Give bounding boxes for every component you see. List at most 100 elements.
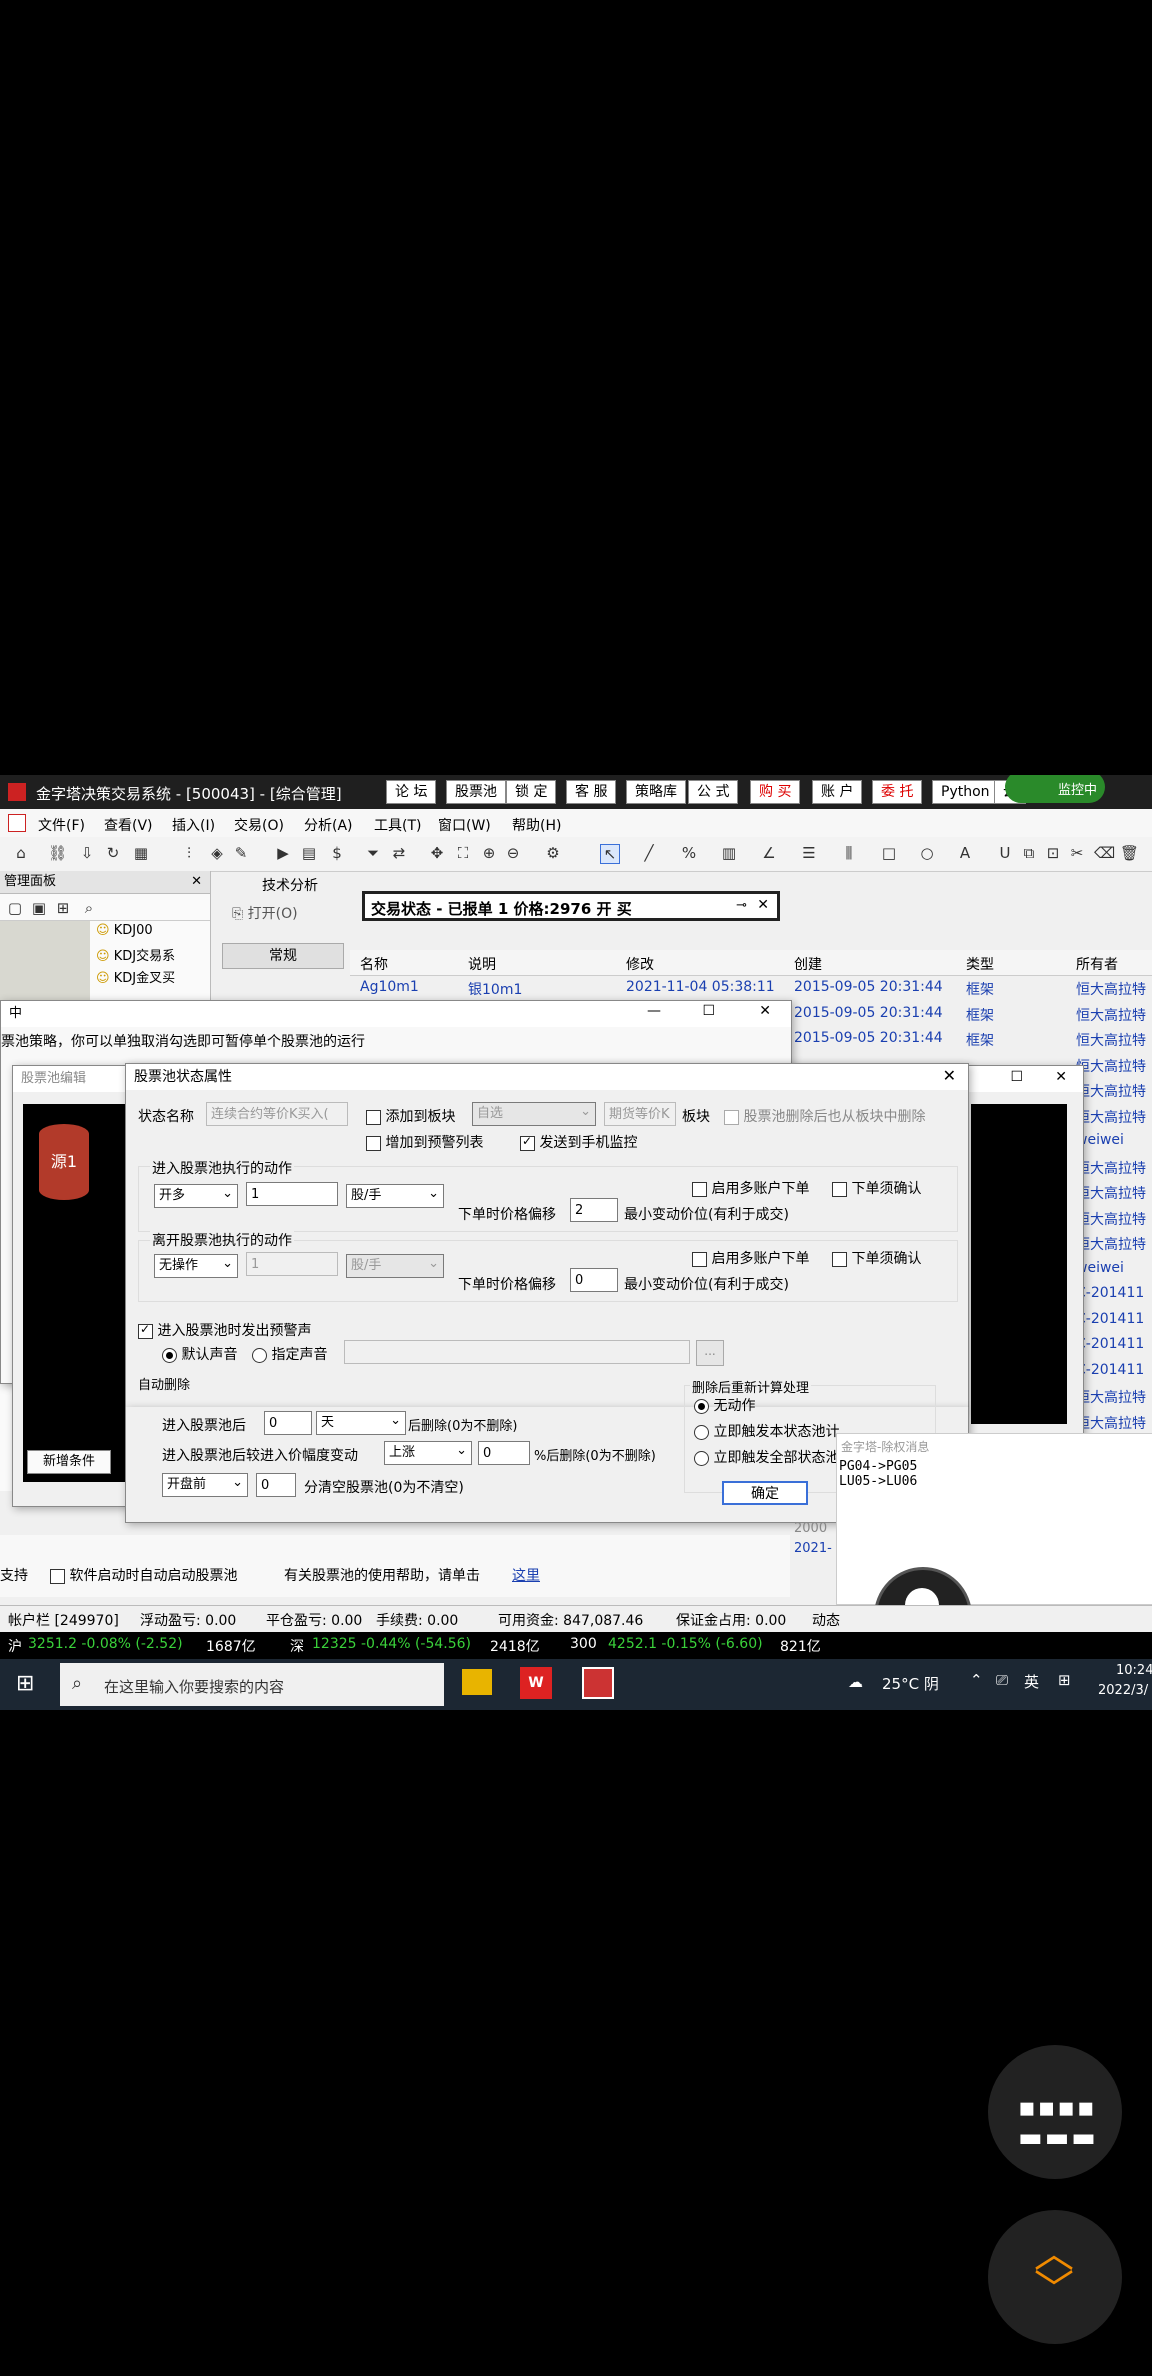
leave-action-select[interactable]: 无操作 <box>154 1253 238 1278</box>
search-icon[interactable]: ⌕ <box>80 899 98 917</box>
editor-close-icon[interactable]: ✕ <box>1055 1069 1067 1085</box>
keyboard-fab[interactable]: ▪▪▪▪ ▬▬▬ <box>988 2045 1122 2179</box>
browse-button[interactable]: ... <box>696 1340 724 1366</box>
document-icon[interactable]: ▤ <box>300 844 318 862</box>
dollar-icon[interactable]: $ <box>328 844 346 862</box>
tab-tech-analysis[interactable]: 技术分析 <box>262 875 318 895</box>
lock-tool-icon[interactable]: ⊡ <box>1044 844 1062 862</box>
python-button[interactable]: Python <box>932 780 999 804</box>
menu-view[interactable]: 查看(V) <box>104 815 153 835</box>
col-type[interactable]: 类型 <box>966 954 994 974</box>
pct-input[interactable]: 0 <box>478 1441 530 1465</box>
leave-offset-input[interactable]: 0 <box>570 1268 618 1292</box>
circle-tool-icon[interactable]: ○ <box>918 844 936 862</box>
board-select[interactable]: 自选 <box>472 1101 596 1126</box>
pin-icon[interactable]: ⊸ <box>736 898 747 913</box>
days-input[interactable]: 0 <box>264 1411 312 1435</box>
home-icon[interactable]: ⌂ <box>12 844 30 862</box>
settings-icon[interactable]: ⚙ <box>544 844 562 862</box>
diamond-icon[interactable]: ◈ <box>208 844 226 862</box>
entrust-button[interactable]: 委 托 <box>872 780 923 804</box>
lock-button[interactable]: 锁 定 <box>506 780 557 804</box>
zoom-fit-icon[interactable]: ⛶ <box>454 844 472 862</box>
add-icon[interactable]: ⊞ <box>54 899 72 917</box>
alert-sound-checkbox[interactable]: 进入股票池时发出预警声 <box>138 1320 311 1340</box>
channel-tool-icon[interactable]: ▥ <box>720 844 738 862</box>
menu-analysis[interactable]: 分析(A) <box>304 815 353 835</box>
open-select[interactable]: 开盘前 <box>162 1472 248 1497</box>
tab-regular[interactable]: 常规 <box>222 943 344 969</box>
forum-button[interactable]: 论 坛 <box>386 780 437 804</box>
chart-bars-icon[interactable]: ⫶ <box>180 844 198 862</box>
taskbar-search[interactable]: ⌕ 在这里输入你要搜索的内容 <box>60 1663 444 1706</box>
close-icon[interactable]: ✕ <box>759 1003 771 1019</box>
refresh-icon[interactable]: ↻ <box>104 844 122 862</box>
add-condition-button[interactable]: 新增条件 <box>27 1450 111 1474</box>
service-button[interactable]: 客 服 <box>566 780 617 804</box>
col-created[interactable]: 创建 <box>794 954 822 974</box>
enter-qty-input[interactable]: 1 <box>246 1182 338 1206</box>
leave-confirm-checkbox[interactable]: 下单须确认 <box>832 1248 921 1268</box>
dialog-close-icon[interactable]: ✕ <box>943 1066 956 1085</box>
menu-trade[interactable]: 交易(O) <box>234 815 284 835</box>
col-desc[interactable]: 说明 <box>468 954 496 974</box>
menu-window[interactable]: 窗口(W) <box>438 815 491 835</box>
minimize-icon[interactable]: — <box>647 1003 661 1019</box>
no-action-radio[interactable]: 无动作 <box>694 1395 755 1415</box>
scroll-fab[interactable]: ︿ ﹀ <box>988 2210 1122 2344</box>
menu-insert[interactable]: 插入(I) <box>172 815 215 835</box>
panel-close-icon[interactable]: ✕ <box>191 871 202 893</box>
days-unit-select[interactable]: 天 <box>316 1410 406 1435</box>
list-item[interactable]: ☺ KDJ00 <box>96 923 153 938</box>
chevron-up-icon[interactable]: ⌃ <box>970 1671 983 1689</box>
percent-tool-icon[interactable]: % <box>680 844 698 862</box>
new-folder-icon[interactable]: ▣ <box>30 899 48 917</box>
delete-icon[interactable]: 🗑 <box>1120 844 1139 862</box>
monitor-badge[interactable]: 监控中 <box>1005 775 1105 803</box>
add-to-board-checkbox[interactable]: 添加到板块 <box>366 1106 455 1126</box>
list-item[interactable]: ☺ KDJ交易系 <box>96 945 175 964</box>
angle-tool-icon[interactable]: ∠ <box>760 844 778 862</box>
zoom-out-icon[interactable]: ⊖ <box>504 844 522 862</box>
magnet-icon[interactable]: U <box>996 844 1014 862</box>
app-menu-icon[interactable] <box>8 814 26 832</box>
edit-icon[interactable]: ✎ <box>232 844 250 862</box>
autostart-checkbox[interactable]: 软件启动时自动启动股票池 <box>50 1565 237 1585</box>
enter-multi-account-checkbox[interactable]: 启用多账户下单 <box>692 1178 809 1198</box>
col-modified[interactable]: 修改 <box>626 954 654 974</box>
source-node[interactable]: 源1 <box>39 1124 89 1200</box>
editor-maximize-icon[interactable]: ☐ <box>1010 1069 1023 1085</box>
text-tool-icon[interactable]: A <box>956 844 974 862</box>
menu-help[interactable]: 帮助(H) <box>512 815 561 835</box>
swap-icon[interactable]: ⇄ <box>390 844 408 862</box>
enter-action-select[interactable]: 开多 <box>154 1183 238 1208</box>
download-icon[interactable]: ⇩ <box>78 844 96 862</box>
sound-path-input[interactable] <box>344 1340 690 1364</box>
list-item[interactable]: ☺ KDJ金叉买 <box>96 967 175 986</box>
cursor-icon[interactable]: ↖ <box>600 844 620 864</box>
ok-button[interactable]: 确定 <box>722 1481 808 1505</box>
menu-tools[interactable]: 工具(T) <box>374 815 421 835</box>
enter-offset-input[interactable]: 2 <box>570 1198 618 1222</box>
ime-grid-icon[interactable]: ⊞ <box>1058 1671 1071 1689</box>
buy-button[interactable]: 购 买 <box>750 780 801 804</box>
board-input[interactable]: 期货等价K <box>604 1102 676 1126</box>
maximize-icon[interactable]: ☐ <box>702 1003 715 1019</box>
cut-icon[interactable]: ✂ <box>1068 844 1086 862</box>
menu-file[interactable]: 文件(F) <box>38 815 85 835</box>
network-icon[interactable]: ⎚ <box>996 1671 1008 1689</box>
col-name[interactable]: 名称 <box>360 954 388 974</box>
leave-unit-select[interactable]: 股/手 <box>346 1253 444 1278</box>
copy-icon[interactable]: ⧉ <box>1020 844 1038 862</box>
editor-canvas[interactable]: 源1 <box>23 1104 133 1482</box>
state-name-input[interactable]: 连续合约等价K买入( <box>206 1102 348 1126</box>
trade-status-close-icon[interactable]: ✕ <box>757 897 769 913</box>
direction-select[interactable]: 上涨 <box>384 1440 472 1465</box>
filter-icon[interactable]: ⏷ <box>364 844 382 862</box>
pyramid-app-icon[interactable] <box>582 1667 614 1699</box>
minutes-input[interactable]: 0 <box>256 1473 296 1497</box>
zoom-in-icon[interactable]: ⊕ <box>480 844 498 862</box>
ime-label[interactable]: 英 <box>1024 1671 1039 1692</box>
col-owner[interactable]: 所有者 <box>1076 954 1118 974</box>
open-button[interactable]: ⎘ 打开(O) <box>232 903 298 923</box>
